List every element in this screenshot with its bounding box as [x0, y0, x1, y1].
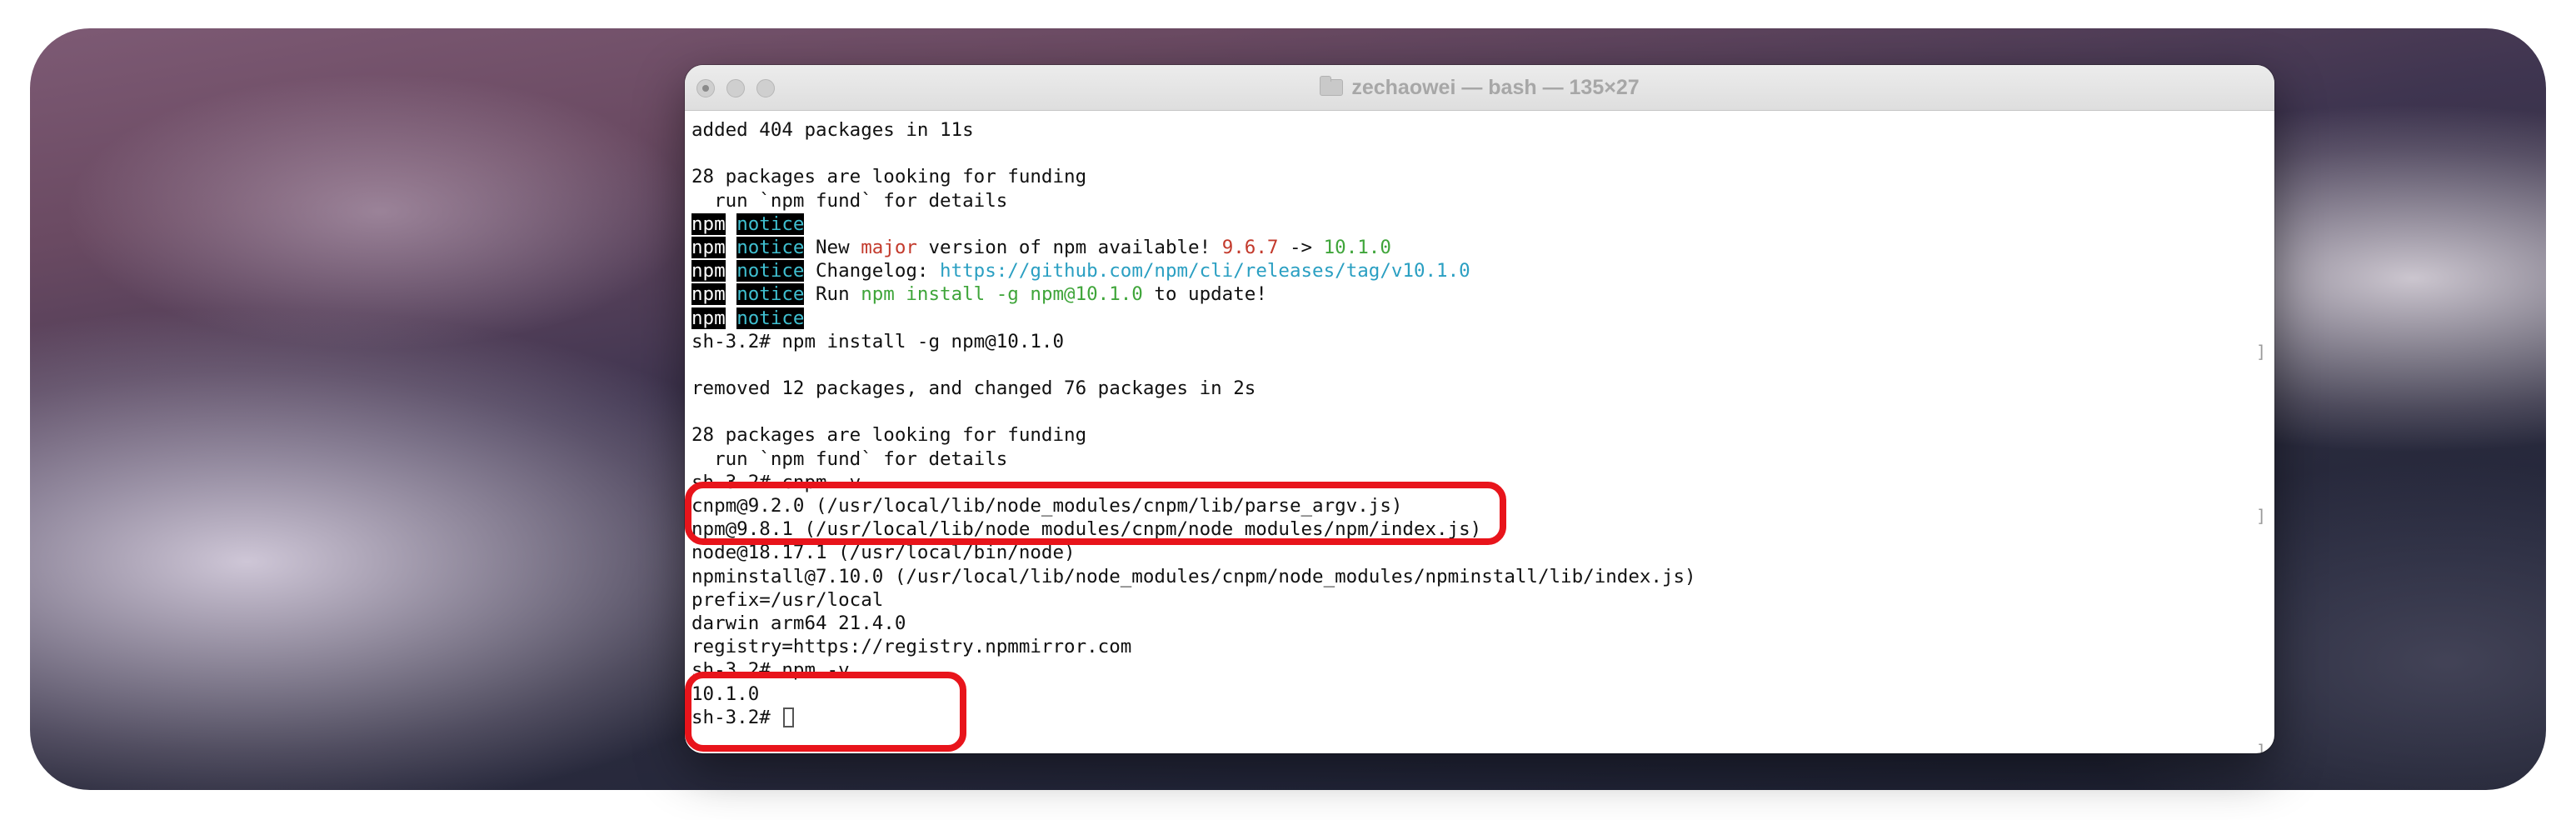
npm-tag: npm: [691, 307, 726, 329]
notice-tag: notice: [736, 283, 805, 306]
window-title-group: zechaowei — bash — 135×27: [685, 65, 2274, 110]
title-bar[interactable]: zechaowei — bash — 135×27: [685, 65, 2274, 111]
npm-tag: npm: [691, 260, 726, 282]
terminal-line: darwin arm64 21.4.0: [691, 612, 906, 634]
npm-tag: npm: [691, 212, 726, 235]
npm-notice-line: npm notice Changelog: https://github.com…: [691, 259, 2268, 282]
terminal-line: run `npm fund` for details: [691, 448, 1008, 470]
terminal-output[interactable]: added 404 packages in 11s 28 packages ar…: [691, 118, 2268, 753]
terminal-line: removed 12 packages, and changed 76 pack…: [691, 378, 1256, 400]
mark-bracket: ]: [2255, 342, 2266, 362]
npm-tag: npm: [691, 283, 726, 306]
notice-tag: notice: [736, 260, 805, 282]
terminal-line: sh-3.2# npm install -g npm@10.1.0: [691, 330, 1065, 352]
terminal-line: prefix=/usr/local: [691, 588, 884, 611]
notice-text: New: [804, 236, 861, 258]
new-version: 10.1.0: [1323, 236, 1391, 258]
npm-tag: npm: [691, 236, 726, 258]
mark-bracket: ]: [2255, 506, 2266, 526]
mark-bracket: ]: [2255, 741, 2266, 753]
highlight-box-cnpm-version: [685, 482, 1506, 545]
terminal-line: added 404 packages in 11s: [691, 119, 974, 141]
terminal-line: registry=https://registry.npmmirror.com: [691, 636, 1132, 658]
old-version: 9.6.7: [1221, 236, 1279, 258]
window-title: zechaowei — bash — 135×27: [1351, 75, 1640, 99]
terminal-line: 28 packages are looking for funding: [691, 166, 1087, 188]
folder-icon: [1320, 76, 1344, 96]
terminal-line: npminstall@7.10.0 (/usr/local/lib/node_m…: [691, 565, 1696, 588]
npm-notice-line: npm notice: [691, 307, 2268, 330]
terminal-line: run `npm fund` for details: [691, 189, 1008, 212]
notice-text: version of npm available!: [916, 236, 1222, 258]
changelog-link[interactable]: https://github.com/npm/cli/releases/tag/…: [940, 260, 1470, 282]
arrow-text: ->: [1278, 236, 1324, 258]
notice-tag: notice: [736, 236, 805, 258]
notice-tag: notice: [736, 212, 805, 235]
notice-tag: notice: [736, 307, 805, 329]
run-suffix: to update!: [1142, 283, 1267, 306]
run-label: Run: [804, 283, 861, 306]
npm-notice-line: npm notice New major version of npm avai…: [691, 236, 2268, 259]
major-label: major: [861, 236, 917, 258]
run-command: npm install -g npm@10.1.0: [861, 283, 1143, 306]
changelog-label: Changelog:: [804, 260, 941, 282]
highlight-box-npm-version: [685, 672, 966, 752]
terminal-line: 28 packages are looking for funding: [691, 424, 1087, 447]
terminal-window[interactable]: zechaowei — bash — 135×27 added 404 pack…: [685, 65, 2274, 753]
npm-notice-line: npm notice: [691, 212, 2268, 236]
npm-notice-line: npm notice Run npm install -g npm@10.1.0…: [691, 282, 2268, 306]
